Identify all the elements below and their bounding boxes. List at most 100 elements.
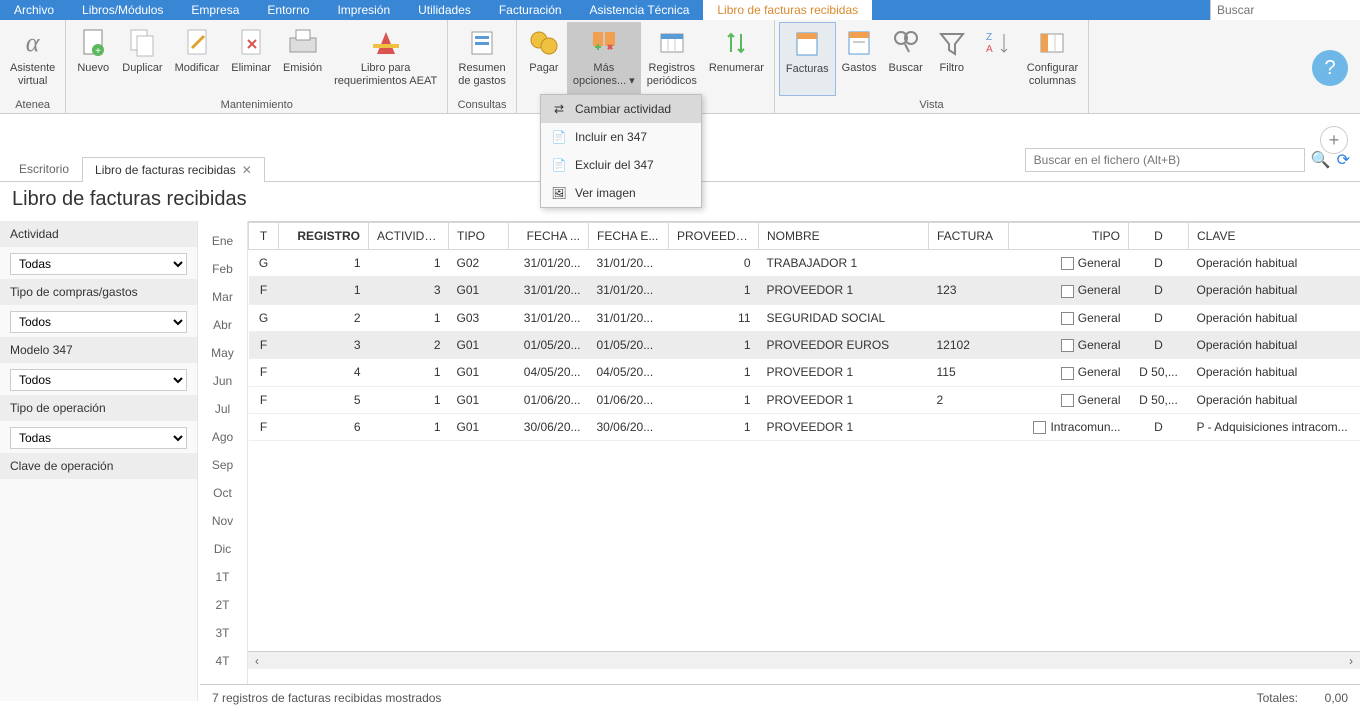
ribbon-label: Libro para requerimientos AEAT <box>334 62 437 88</box>
ribbon-eliminar-button[interactable]: Eliminar <box>225 22 277 96</box>
top-search-input[interactable] <box>1211 0 1360 20</box>
menu-item-cambiar-actividad[interactable]: ⇄Cambiar actividad <box>541 95 701 123</box>
ribbon-asistente-button[interactable]: αAsistente virtual <box>4 22 61 96</box>
month-abr[interactable]: Abr <box>198 311 247 339</box>
cell: F <box>249 359 279 386</box>
grid-scroll[interactable]: TREGISTROACTIVIDADTIPOFECHA ...FECHA E..… <box>248 221 1360 651</box>
table-row[interactable]: G11G0231/01/20...31/01/20...0TRABAJADOR … <box>249 250 1360 277</box>
ribbon-resumen-button[interactable]: Resumen de gastos <box>452 22 512 96</box>
col-header[interactable]: ACTIVIDAD <box>369 223 449 250</box>
month-mar[interactable]: Mar <box>198 283 247 311</box>
cell-text: General <box>1078 256 1121 270</box>
table-row[interactable]: F41G0104/05/20...04/05/20...1PROVEEDOR 1… <box>249 359 1360 386</box>
table-row[interactable]: F61G0130/06/20...30/06/20...1PROVEEDOR 1… <box>249 413 1360 440</box>
month-3t[interactable]: 3T <box>198 619 247 647</box>
menu-impresi-n[interactable]: Impresión <box>323 0 404 20</box>
ribbon-filtro-button[interactable]: Filtro <box>929 22 975 96</box>
menu-item-ver-imagen[interactable]: 🖼Ver imagen <box>541 179 701 207</box>
ribbon-pagar-button[interactable]: Pagar <box>521 22 567 96</box>
ribbon-registros-button[interactable]: Registros periódicos <box>641 22 703 96</box>
month-ago[interactable]: Ago <box>198 423 247 451</box>
scroll-left-icon[interactable]: ‹ <box>248 654 266 668</box>
checkbox[interactable] <box>1061 257 1074 270</box>
month-jul[interactable]: Jul <box>198 395 247 423</box>
month-1t[interactable]: 1T <box>198 563 247 591</box>
close-icon[interactable]: ✕ <box>242 163 252 177</box>
ribbon-config-cols-button[interactable]: Configurar columnas <box>1021 22 1084 96</box>
col-header[interactable]: NOMBRE <box>759 223 929 250</box>
ribbon-libro-aeat-button[interactable]: Libro para requerimientos AEAT <box>328 22 443 96</box>
menu-item-incluir-en-347[interactable]: 📄Incluir en 347 <box>541 123 701 151</box>
menu-item-excluir-del-347[interactable]: 📄Excluir del 347 <box>541 151 701 179</box>
filter-select-1[interactable]: Todos <box>10 311 187 333</box>
col-header[interactable]: TIPO <box>1009 223 1129 250</box>
col-header[interactable]: CLAVE <box>1189 223 1360 250</box>
col-header[interactable]: T <box>249 223 279 250</box>
ribbon-mas-opciones-button[interactable]: Más opciones... ▾ <box>567 22 641 96</box>
checkbox[interactable] <box>1061 394 1074 407</box>
month-may[interactable]: May <box>198 339 247 367</box>
col-header[interactable]: D <box>1129 223 1189 250</box>
month-feb[interactable]: Feb <box>198 255 247 283</box>
cell: 31/01/20... <box>509 250 589 277</box>
month-dic[interactable]: Dic <box>198 535 247 563</box>
menu-asistencia-t-cnica[interactable]: Asistencia Técnica <box>576 0 704 20</box>
menu-libros-m-dulos[interactable]: Libros/Módulos <box>68 0 177 20</box>
col-header[interactable]: TIPO <box>449 223 509 250</box>
month-nov[interactable]: Nov <box>198 507 247 535</box>
month-oct[interactable]: Oct <box>198 479 247 507</box>
menu-empresa[interactable]: Empresa <box>177 0 253 20</box>
menu-entorno[interactable]: Entorno <box>253 0 323 20</box>
month-2t[interactable]: 2T <box>198 591 247 619</box>
checkbox[interactable] <box>1061 367 1074 380</box>
month-4t[interactable]: 4T <box>198 647 247 675</box>
ribbon-label: Registros periódicos <box>647 62 697 88</box>
menu-facturaci-n[interactable]: Facturación <box>485 0 576 20</box>
table-row[interactable]: G21G0331/01/20...31/01/20...11SEGURIDAD … <box>249 304 1360 331</box>
col-header[interactable]: PROVEEDOR <box>669 223 759 250</box>
checkbox[interactable] <box>1033 421 1046 434</box>
ribbon-nuevo-button[interactable]: +Nuevo <box>70 22 116 96</box>
ribbon-facturas-button[interactable]: Facturas <box>779 22 836 96</box>
table-row[interactable]: F32G0101/05/20...01/05/20...1PROVEEDOR E… <box>249 331 1360 358</box>
menu-utilidades[interactable]: Utilidades <box>404 0 485 20</box>
filter-select-3[interactable]: Todas <box>10 427 187 449</box>
table-row[interactable]: F51G0101/06/20...01/06/20...1PROVEEDOR 1… <box>249 386 1360 413</box>
ribbon-duplicar-button[interactable]: Duplicar <box>116 22 168 96</box>
scroll-right-icon[interactable]: › <box>1342 654 1360 668</box>
checkbox[interactable] <box>1061 312 1074 325</box>
filter-select-2[interactable]: Todos <box>10 369 187 391</box>
ribbon-gastos-button[interactable]: Gastos <box>836 22 883 96</box>
col-header[interactable]: REGISTRO <box>279 223 369 250</box>
tab-libro-de-facturas-recibidas[interactable]: Libro de facturas recibidas✕ <box>82 157 265 182</box>
search-icon[interactable]: 🔍 <box>1311 150 1331 170</box>
ribbon-label: Resumen de gastos <box>458 62 506 88</box>
table-row[interactable]: F13G0131/01/20...31/01/20...1PROVEEDOR 1… <box>249 277 1360 304</box>
filter-select-0[interactable]: Todas <box>10 253 187 275</box>
table-search-input[interactable] <box>1025 148 1305 172</box>
ribbon-buscar-button[interactable]: Buscar <box>883 22 929 96</box>
menu-libro-de-facturas-recibidas[interactable]: Libro de facturas recibidas <box>703 0 872 20</box>
checkbox[interactable] <box>1061 285 1074 298</box>
cell-text: General <box>1078 311 1121 325</box>
horizontal-scrollbar[interactable]: ‹ › <box>248 651 1360 669</box>
checkbox[interactable] <box>1061 339 1074 352</box>
month-ene[interactable]: Ene <box>198 227 247 255</box>
ribbon-renumerar-button[interactable]: Renumerar <box>703 22 770 96</box>
status-total-value: 0,00 <box>1325 691 1348 705</box>
col-header[interactable]: FACTURA <box>929 223 1009 250</box>
month-jun[interactable]: Jun <box>198 367 247 395</box>
ribbon-ordenar-button[interactable]: ZA <box>975 22 1021 96</box>
ribbon-modificar-button[interactable]: Modificar <box>169 22 226 96</box>
refresh-icon[interactable]: ⟳ <box>1337 150 1350 170</box>
month-sep[interactable]: Sep <box>198 451 247 479</box>
menu-archivo[interactable]: Archivo <box>0 0 68 20</box>
col-header[interactable]: FECHA ... <box>509 223 589 250</box>
months-column: EneFebMarAbrMayJunJulAgoSepOctNovDic1T2T… <box>198 221 248 701</box>
col-header[interactable]: FECHA E... <box>589 223 669 250</box>
cell: 0 <box>669 250 759 277</box>
ribbon-emision-button[interactable]: Emisión <box>277 22 328 96</box>
tab-escritorio[interactable]: Escritorio <box>6 156 82 181</box>
ribbon-label: Asistente virtual <box>10 62 55 88</box>
help-button[interactable]: ? <box>1312 50 1348 86</box>
